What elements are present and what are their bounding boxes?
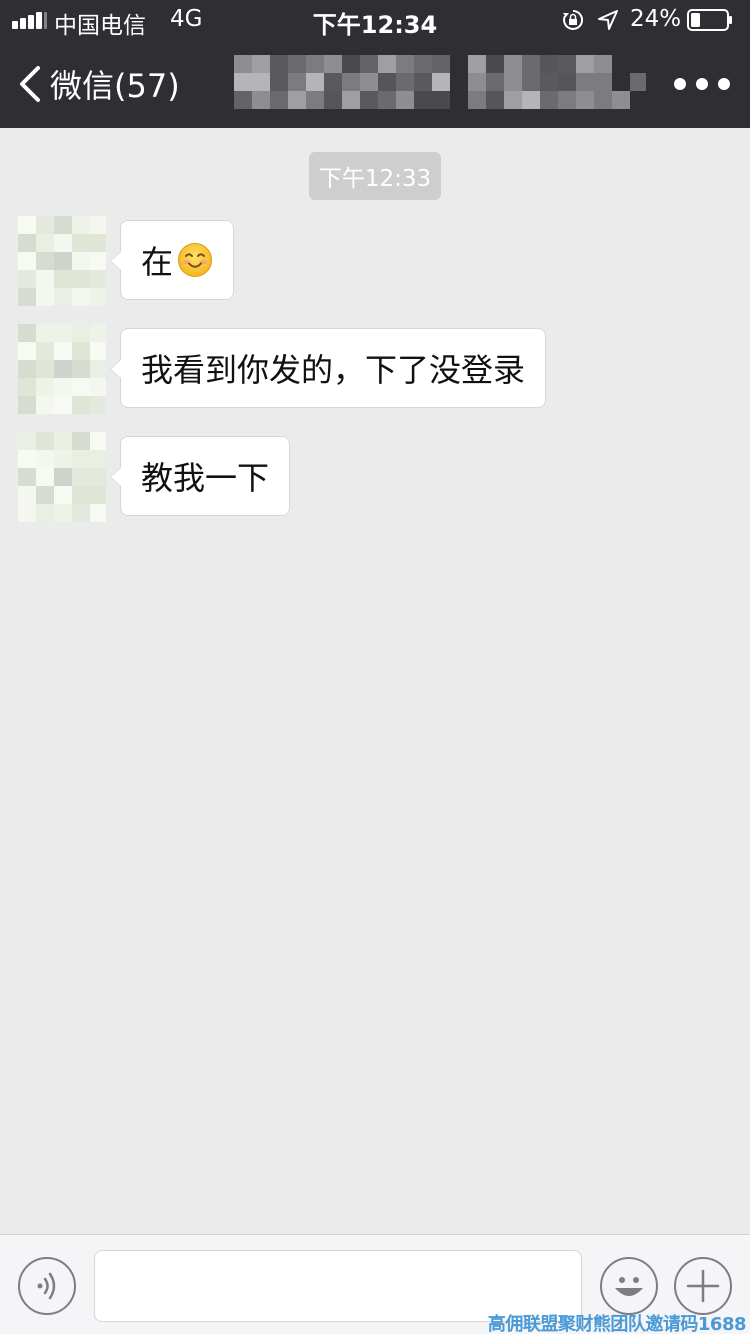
censor-pixel: [414, 55, 432, 73]
censor-pixel: [432, 55, 450, 73]
censor-pixel: [360, 55, 378, 73]
censor-pixel: [360, 91, 378, 109]
message-bubble[interactable]: 在: [109, 220, 235, 300]
lock-rotation-icon: [563, 9, 584, 30]
censor-pixel: [288, 91, 306, 109]
censor-pixel: [324, 73, 342, 91]
more-button[interactable]: [674, 70, 730, 98]
more-dots-icon: [674, 78, 686, 90]
message-text: 我看到你发的，下了没登录: [141, 351, 526, 389]
message-row: 教我一下: [18, 432, 718, 522]
back-chevron-icon: [20, 66, 40, 102]
censor-pixel: [432, 73, 450, 91]
censor-pixel: [630, 73, 646, 91]
censor-pixel: [252, 73, 270, 91]
chat-area[interactable]: 下午12:33 在 我看到你发的，下了没登录 教我一下: [0, 128, 750, 1234]
censor-pixel: [486, 73, 504, 91]
status-bar: 中国电信 4G 下午12:34 24%: [0, 0, 750, 40]
time-divider: 下午12:33: [0, 152, 750, 200]
voice-button[interactable]: [18, 1257, 76, 1315]
censor-pixel: [252, 91, 270, 109]
censor-pixel: [612, 91, 630, 109]
message-row: 在: [18, 216, 718, 306]
emoji-icon: [615, 1277, 643, 1296]
censor-pixel: [234, 55, 252, 73]
voice-icon: [37, 1272, 56, 1300]
censor-pixel: [378, 73, 396, 91]
avatar[interactable]: [18, 324, 106, 414]
plus-icon: [686, 1269, 720, 1303]
message-bubble[interactable]: 教我一下: [109, 436, 291, 516]
censor-pixel: [342, 73, 360, 91]
location-arrow-icon: [598, 10, 618, 30]
message-text: 教我一下: [141, 459, 270, 497]
censor-pixel: [576, 73, 594, 91]
message-bubble[interactable]: 我看到你发的，下了没登录: [109, 328, 547, 408]
watermark: 高佣联盟聚财熊团队邀请码1688: [487, 1314, 747, 1334]
battery-icon: [687, 9, 732, 31]
censor-pixel: [270, 73, 288, 91]
nav-bar: 微信(57): [0, 40, 750, 128]
censor-pixel: [270, 91, 288, 109]
time-divider-label: 下午12:33: [308, 152, 442, 200]
censor-pixel: [360, 73, 378, 91]
battery-percent: 24%: [630, 6, 682, 32]
censor-pixel: [504, 91, 522, 109]
censor-pixel: [504, 73, 522, 91]
censor-pixel: [396, 55, 414, 73]
censor-pixel: [540, 55, 558, 73]
censor-pixel: [306, 55, 324, 73]
censor-pixel: [270, 55, 288, 73]
censor-pixel: [540, 91, 558, 109]
message-row: 我看到你发的，下了没登录: [18, 324, 718, 414]
censor-pixel: [378, 91, 396, 109]
censor-pixel: [414, 91, 432, 109]
censor-pixel: [522, 55, 540, 73]
header: 中国电信 4G 下午12:34 24% 微信(57): [0, 0, 750, 128]
censor-pixel: [558, 55, 576, 73]
censor-pixel: [558, 91, 576, 109]
censor-pixel: [306, 73, 324, 91]
censor-pixel: [378, 55, 396, 73]
censor-pixel: [468, 55, 486, 73]
censor-pixel: [486, 55, 504, 73]
censor-pixel: [468, 91, 486, 109]
censor-pixel: [342, 55, 360, 73]
chat-title-censored: [234, 55, 646, 109]
censor-pixel: [540, 73, 558, 91]
censor-pixel: [594, 73, 612, 91]
censor-pixel: [522, 91, 540, 109]
avatar[interactable]: [18, 216, 106, 306]
censor-pixel: [234, 73, 252, 91]
censor-pixel: [576, 91, 594, 109]
censor-pixel: [558, 73, 576, 91]
censor-pixel: [288, 73, 306, 91]
censor-pixel: [396, 73, 414, 91]
censor-pixel: [288, 55, 306, 73]
censor-pixel: [576, 55, 594, 73]
back-label: 微信(57): [50, 67, 180, 105]
smiley-emoji-icon: [178, 243, 213, 277]
censor-pixel: [342, 91, 360, 109]
censor-pixel: [414, 73, 432, 91]
avatar[interactable]: [18, 432, 106, 522]
message-text: 在: [141, 243, 174, 281]
censor-pixel: [324, 91, 342, 109]
plus-button[interactable]: [674, 1257, 732, 1315]
censor-pixel: [504, 55, 522, 73]
censor-pixel: [486, 91, 504, 109]
censor-pixel: [432, 91, 450, 109]
censor-pixel: [468, 73, 486, 91]
censor-pixel: [252, 55, 270, 73]
censor-pixel: [594, 55, 612, 73]
back-button[interactable]: 微信(57): [16, 62, 180, 106]
censor-pixel: [396, 91, 414, 109]
censor-pixel: [234, 91, 252, 109]
censor-pixel: [324, 55, 342, 73]
censor-pixel: [522, 73, 540, 91]
censor-pixel: [594, 91, 612, 109]
emoji-button[interactable]: [600, 1257, 658, 1315]
censor-pixel: [306, 91, 324, 109]
